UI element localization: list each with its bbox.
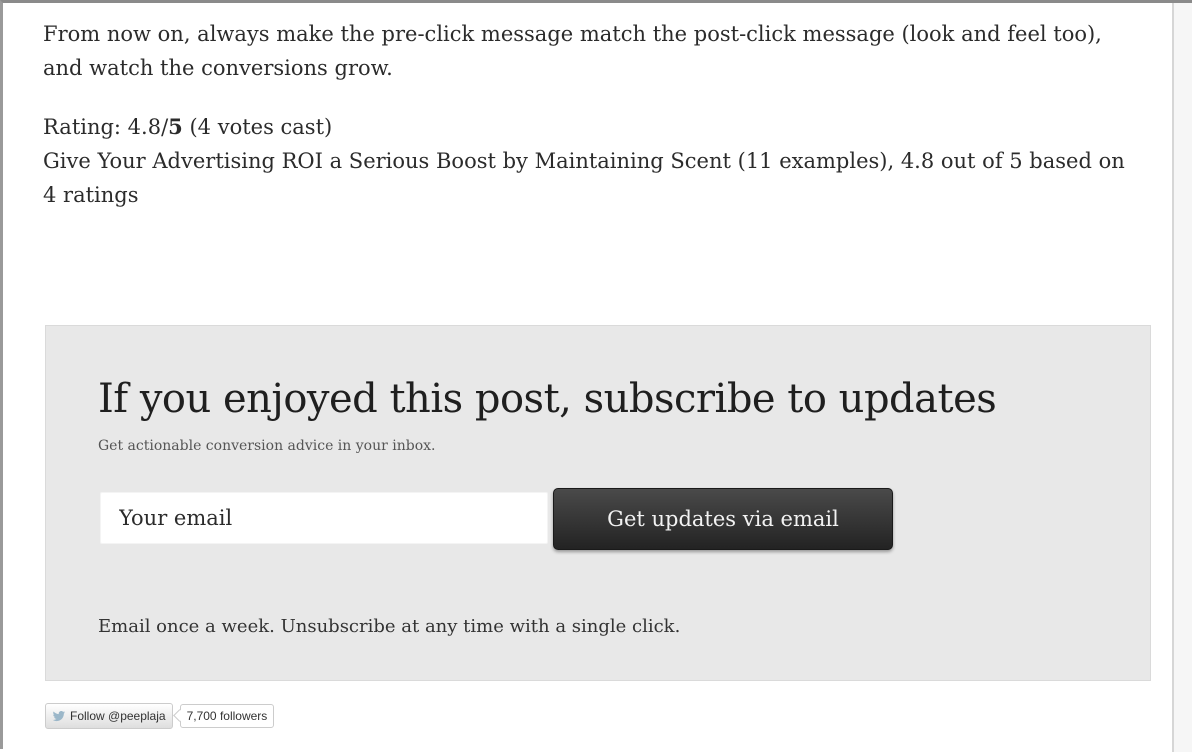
- twitter-bird-icon: [52, 710, 66, 721]
- email-field[interactable]: [100, 492, 548, 544]
- closing-paragraph: From now on, always make the pre-click m…: [43, 22, 1102, 80]
- subscribe-subtitle: Get actionable conversion advice in your…: [98, 438, 436, 454]
- get-updates-button[interactable]: Get updates via email: [553, 488, 893, 550]
- twitter-follow-button[interactable]: Follow @peeplaja: [45, 703, 173, 729]
- rating-prefix: Rating: 4.8/: [43, 115, 169, 139]
- subscribe-box: If you enjoyed this post, subscribe to u…: [45, 325, 1151, 681]
- rating-line: Rating: 4.8/5 (4 votes cast): [43, 110, 1143, 144]
- twitter-follow-label: Follow @peeplaja: [70, 709, 166, 723]
- article-body: From now on, always make the pre-click m…: [43, 17, 1143, 212]
- scrollbar-track[interactable]: [1172, 3, 1192, 752]
- rating-max: 5: [168, 114, 183, 139]
- twitter-follower-count[interactable]: 7,700 followers: [179, 704, 275, 728]
- twitter-follow-widget: Follow @peeplaja 7,700 followers: [45, 703, 275, 729]
- subscribe-note: Email once a week. Unsubscribe at any ti…: [98, 616, 681, 637]
- rating-summary: Give Your Advertising ROI a Serious Boos…: [43, 149, 1125, 207]
- rating-votes: (4 votes cast): [182, 115, 333, 139]
- page-frame: From now on, always make the pre-click m…: [0, 0, 1192, 752]
- subscribe-title: If you enjoyed this post, subscribe to u…: [98, 376, 997, 422]
